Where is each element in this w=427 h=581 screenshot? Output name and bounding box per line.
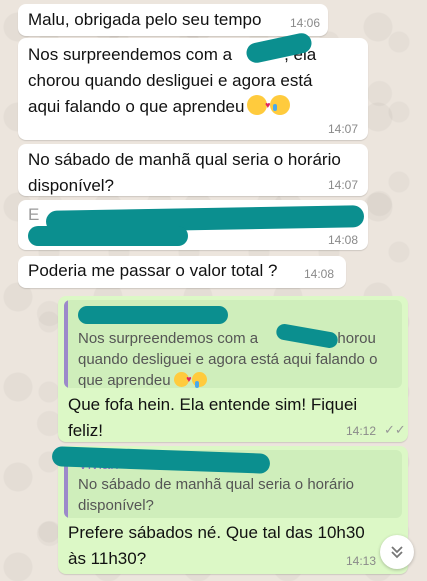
message-line: chorou quando desliguei e agora está xyxy=(28,71,313,90)
redaction-mark xyxy=(28,226,188,246)
message-line: às 11h30? xyxy=(68,549,147,568)
quote-line: No sábado de manhã qual seria o horário xyxy=(78,476,355,493)
message-time: 14:12 xyxy=(346,424,377,438)
redaction-mark xyxy=(78,306,228,324)
message-line: Que fofa hein. Ela entende sim! Fiquei xyxy=(68,395,358,414)
incoming-message[interactable]: Poderia me passar o valor total ? 14:08 xyxy=(18,256,346,288)
message-line: Prefere sábados né. Que tal das 10h30 xyxy=(68,523,365,542)
scroll-to-bottom-button[interactable] xyxy=(380,535,414,569)
incoming-message[interactable]: No sábado de manhã qual seria o horário … xyxy=(18,144,368,196)
message-text: Poderia me passar o valor total ? xyxy=(28,261,278,280)
incoming-message[interactable]: Nos surpreendemos com a, ela chorou quan… xyxy=(18,31,368,140)
loudly-crying-face-icon xyxy=(270,95,291,115)
message-time: 14:08 xyxy=(328,233,359,247)
quote-line: Nos surpreendemos com a la chorou xyxy=(78,330,376,347)
loudly-crying-face-icon xyxy=(191,372,207,388)
message-time: 14:07 xyxy=(328,122,359,136)
smiling-face-with-hearts-icon xyxy=(173,369,192,388)
message-line: No sábado de manhã qual seria o horário xyxy=(28,150,341,169)
outgoing-message[interactable]: Vivian No sábado de manhã qual seria o h… xyxy=(51,446,408,574)
outgoing-message[interactable]: Nos surpreendemos com a la chorou quando … xyxy=(58,296,408,442)
quote-line: que aprendeu xyxy=(78,369,394,388)
quote-line: disponível? xyxy=(78,497,154,514)
message-line: Nos surpreendemos com a, ela xyxy=(28,45,317,64)
message-time: 14:07 xyxy=(328,178,359,192)
quoted-message[interactable]: Nos surpreendemos com a la chorou quando … xyxy=(64,300,402,388)
message-line: feliz! xyxy=(68,421,103,440)
read-status-icon: ✓✓ xyxy=(384,422,406,437)
chevron-down-double-icon xyxy=(391,546,403,559)
message-time: 14:08 xyxy=(304,267,335,281)
message-time: 14:13 xyxy=(346,554,377,568)
incoming-message[interactable]: E ão transporte 14:08 xyxy=(18,200,368,250)
quote-accent-bar xyxy=(64,300,68,388)
message-text: Malu, obrigada pelo seu tempo xyxy=(28,10,262,29)
message-time: 14:06 xyxy=(290,16,321,30)
message-line: aqui falando o que aprendeu xyxy=(28,92,364,120)
quote-line: quando desliguei e agora está aqui falan… xyxy=(78,351,378,368)
message-line: disponível? xyxy=(28,176,115,195)
smiling-face-with-hearts-icon xyxy=(247,92,270,118)
incoming-message[interactable]: Malu, obrigada pelo seu tempo 14:06 xyxy=(18,4,328,36)
message-text-fragment: E xyxy=(28,205,40,224)
